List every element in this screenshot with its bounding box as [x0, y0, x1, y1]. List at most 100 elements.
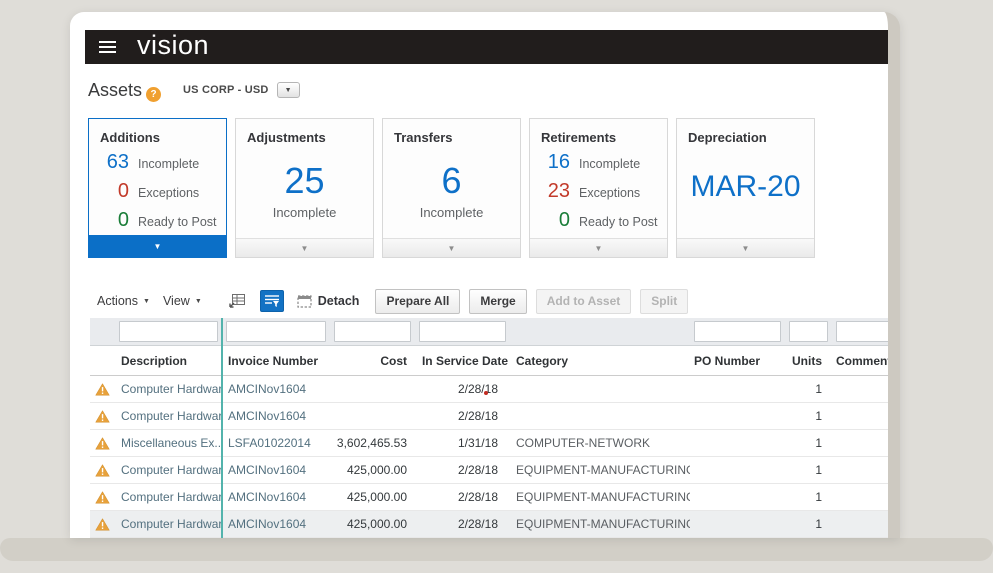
cell-invoice-number: AMCINov1604	[222, 382, 330, 396]
warning-icon	[95, 491, 110, 504]
cell-invoice-number: LSFA01022014	[222, 436, 330, 450]
cell-description[interactable]: Computer Hardware	[115, 490, 222, 504]
cell-cost: 425,000.00	[330, 490, 415, 504]
column-header-description[interactable]: Description	[115, 354, 222, 368]
cell-category: EQUIPMENT-MANUFACTURING	[510, 490, 690, 504]
cell-category: EQUIPMENT-MANUFACTURING	[510, 463, 690, 477]
stat-exceptions: 23 Exceptions	[530, 180, 667, 209]
card-big-label: Incomplete	[236, 205, 373, 220]
column-header-comments[interactable]: Comments	[832, 354, 900, 368]
column-header-category[interactable]: Category	[510, 354, 690, 368]
column-header-po-number[interactable]: PO Number	[690, 354, 785, 368]
add-to-asset-button: Add to Asset	[536, 289, 632, 314]
cell-description[interactable]: Miscellaneous Ex...	[115, 436, 222, 450]
hamburger-menu-icon[interactable]	[99, 38, 116, 56]
stat-value: 0	[89, 180, 129, 203]
cell-description[interactable]: Computer Hardware	[115, 409, 222, 423]
table-header-row: Description Invoice Number Cost In Servi…	[90, 346, 900, 376]
cell-units: 1	[785, 463, 832, 477]
card-title: Adjustments	[247, 130, 326, 145]
card-additions[interactable]: Additions 63 Incomplete 0 Exceptions 0 R…	[88, 118, 227, 258]
table-row[interactable]: Computer Hardware AMCINov1604 2/28/18 1	[90, 403, 900, 430]
card-big-value: MAR-20	[677, 161, 814, 213]
frozen-column-divider[interactable]	[221, 318, 223, 538]
card-expand-arrow[interactable]	[89, 235, 226, 257]
card-adjustments[interactable]: Adjustments 25 Incomplete	[235, 118, 374, 258]
table-row[interactable]: Miscellaneous Ex... LSFA01022014 3,602,4…	[90, 430, 900, 457]
cell-category: EQUIPMENT-MANUFACTURING	[510, 517, 690, 531]
cell-cost: 3,602,465.53	[330, 436, 415, 450]
filter-input-comments[interactable]	[836, 321, 898, 342]
card-big-value: 6	[383, 161, 520, 201]
filter-input-po-number[interactable]	[694, 321, 781, 342]
actions-menu-label: Actions	[97, 294, 138, 308]
cell-units: 1	[785, 436, 832, 450]
stat-label: Exceptions	[579, 186, 640, 200]
warning-icon	[95, 383, 110, 396]
query-by-example-filter-icon[interactable]	[260, 290, 284, 312]
card-title: Transfers	[394, 130, 453, 145]
column-header-in-service-date[interactable]: In Service Date	[415, 354, 510, 368]
filter-input-description[interactable]	[119, 321, 218, 342]
detach-icon	[297, 295, 312, 308]
business-unit-dropdown[interactable]	[277, 82, 300, 98]
table-row[interactable]: Computer Hardware AMCINov1604 2/28/18 1	[90, 376, 900, 403]
cell-cost: 425,000.00	[330, 463, 415, 477]
table-row-selected[interactable]: Computer Hardware AMCINov1604 425,000.00…	[90, 511, 900, 538]
page-title: Assets	[88, 80, 142, 101]
card-transfers[interactable]: Transfers 6 Incomplete	[382, 118, 521, 258]
cell-invoice-number: AMCINov1604	[222, 463, 330, 477]
cell-in-service-date: 2/28/18	[415, 517, 510, 531]
merge-button[interactable]: Merge	[469, 289, 526, 314]
column-header-cost[interactable]: Cost	[330, 354, 415, 368]
card-expand-arrow[interactable]	[530, 238, 667, 257]
app-logo-vision: vision	[137, 32, 209, 59]
stat-label: Exceptions	[138, 186, 199, 200]
table-row[interactable]: Computer Hardware AMCINov1604 425,000.00…	[90, 484, 900, 511]
card-expand-arrow[interactable]	[236, 238, 373, 257]
column-header-invoice-number[interactable]: Invoice Number	[222, 354, 330, 368]
stat-ready-to-post: 0 Ready to Post	[530, 209, 667, 238]
help-icon[interactable]	[146, 87, 161, 102]
stat-label: Incomplete	[579, 157, 640, 171]
view-menu[interactable]: View	[163, 294, 202, 308]
app-header: vision	[85, 30, 900, 64]
actions-menu[interactable]: Actions	[97, 294, 150, 308]
cell-in-service-date: 2/28/18	[415, 382, 510, 396]
cell-description[interactable]: Computer Hardware	[115, 382, 222, 396]
filter-input-units[interactable]	[789, 321, 828, 342]
cell-invoice-number: AMCINov1604	[222, 517, 330, 531]
changed-indicator-dot	[484, 391, 488, 395]
cell-category: COMPUTER-NETWORK	[510, 436, 690, 450]
card-big-label: Incomplete	[383, 205, 520, 220]
detach-button[interactable]: Detach	[297, 294, 360, 308]
card-title: Additions	[100, 130, 160, 145]
column-header-units[interactable]: Units	[785, 354, 832, 368]
cell-invoice-number: AMCINov1604	[222, 490, 330, 504]
stat-label: Ready to Post	[579, 215, 658, 229]
cell-description[interactable]: Computer Hardware	[115, 517, 222, 531]
cell-units: 1	[785, 517, 832, 531]
stat-value: 23	[530, 180, 570, 203]
stat-incomplete: 63 Incomplete	[89, 151, 226, 180]
freeze-columns-icon[interactable]	[228, 293, 246, 309]
cell-description[interactable]: Computer Hardware	[115, 463, 222, 477]
infotile-cards-row: Additions 63 Incomplete 0 Exceptions 0 R…	[88, 118, 815, 258]
table-row[interactable]: Computer Hardware AMCINov1604 425,000.00…	[90, 457, 900, 484]
warning-icon	[95, 410, 110, 423]
prepare-all-button[interactable]: Prepare All	[375, 289, 460, 314]
cell-units: 1	[785, 409, 832, 423]
detach-label: Detach	[318, 294, 360, 308]
stat-value: 0	[530, 209, 570, 232]
cell-in-service-date: 2/28/18	[415, 463, 510, 477]
card-big-value: 25	[236, 161, 373, 201]
cell-in-service-date: 2/28/18	[415, 409, 510, 423]
card-retirements[interactable]: Retirements 16 Incomplete 23 Exceptions …	[529, 118, 668, 258]
warning-icon	[95, 464, 110, 477]
filter-input-invoice-number[interactable]	[226, 321, 326, 342]
filter-input-in-service-date[interactable]	[419, 321, 506, 342]
card-expand-arrow[interactable]	[677, 238, 814, 257]
card-expand-arrow[interactable]	[383, 238, 520, 257]
card-depreciation[interactable]: Depreciation MAR-20	[676, 118, 815, 258]
filter-input-cost[interactable]	[334, 321, 411, 342]
